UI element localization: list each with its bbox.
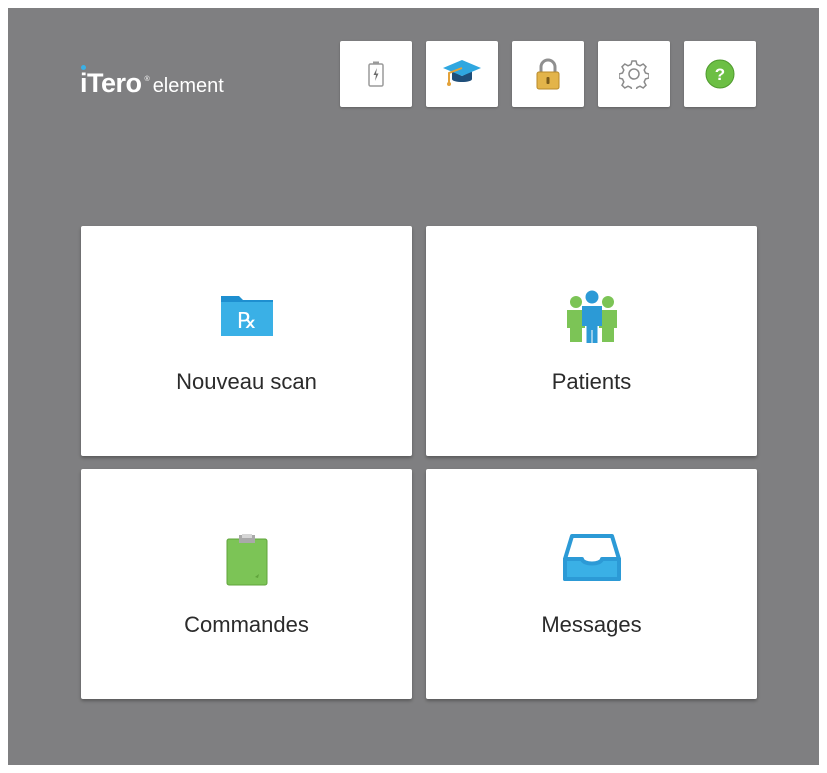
settings-button[interactable] — [598, 41, 670, 107]
orders-tile[interactable]: Commandes — [81, 469, 412, 699]
gear-icon — [619, 60, 649, 89]
messages-label: Messages — [541, 612, 642, 637]
patients-group-icon — [564, 290, 620, 349]
patients-label: Patients — [551, 369, 632, 394]
battery-button[interactable] — [340, 41, 412, 107]
lock-button[interactable] — [512, 41, 584, 107]
orders-label: Commandes — [184, 612, 309, 637]
battery-icon — [368, 61, 384, 87]
training-button[interactable] — [426, 41, 498, 107]
patients-tile[interactable]: Patients — [426, 226, 757, 456]
help-button[interactable]: ? — [684, 41, 756, 107]
help-glyph: ? — [715, 65, 725, 84]
new-scan-label: Nouveau scan — [176, 369, 317, 394]
lock-icon — [536, 58, 560, 90]
rx-folder-icon: ℞ — [219, 290, 275, 345]
clipboard-icon — [225, 533, 269, 592]
logo-registered-mark: ® — [144, 76, 150, 83]
home-screen: iTero ® element ? ℞ Nouveau scan Patient… — [8, 8, 819, 765]
logo-brand: iTero — [80, 65, 142, 99]
logo-product-name: element — [152, 75, 224, 97]
graduation-cap-icon — [443, 60, 481, 86]
itero-logo: iTero ® element — [80, 65, 224, 99]
inbox-tray-icon — [562, 533, 622, 588]
top-toolbar: ? — [340, 41, 756, 107]
messages-tile[interactable]: Messages — [426, 469, 757, 699]
new-scan-tile[interactable]: ℞ Nouveau scan — [81, 226, 412, 456]
logo-dot — [81, 65, 86, 70]
help-icon: ? — [705, 59, 735, 89]
rx-glyph: ℞ — [237, 308, 257, 333]
logo-brand-text: iTero — [80, 68, 142, 98]
